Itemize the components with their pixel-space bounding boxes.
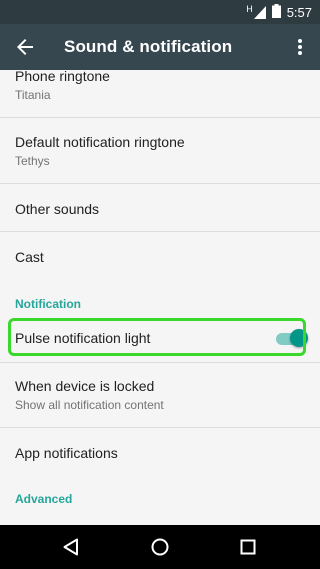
home-circle-icon [151, 538, 169, 556]
cast-item[interactable]: Cast [0, 232, 320, 280]
item-summary: Titania [15, 88, 51, 102]
nav-home-button[interactable] [138, 525, 182, 569]
pulse-notification-light-item[interactable]: Pulse notification light [0, 319, 320, 357]
notification-section-header: Notification [15, 297, 81, 311]
page-title: Sound & notification [64, 37, 233, 56]
when-device-locked-item[interactable]: When device is locked Show all notificat… [0, 362, 320, 428]
status-bar: H 5:57 [0, 0, 320, 24]
item-title: Cast [15, 249, 44, 265]
battery-icon [271, 3, 281, 21]
item-summary: Tethys [15, 154, 50, 168]
signal-icon: H [246, 4, 266, 19]
app-bar: Sound & notification [0, 24, 320, 70]
other-sounds-item[interactable]: Other sounds [0, 184, 320, 232]
back-button[interactable] [12, 34, 38, 60]
recents-square-icon [240, 539, 256, 555]
navigation-bar [0, 525, 320, 569]
item-title: Other sounds [15, 201, 100, 217]
status-icons: H 5:57 [246, 0, 312, 24]
back-triangle-icon [63, 538, 78, 556]
clock: 5:57 [286, 4, 312, 20]
overflow-menu-icon [298, 39, 302, 55]
advanced-section-header: Advanced [15, 492, 73, 506]
item-title: Default notification ringtone [15, 134, 185, 150]
default-notification-ringtone-item[interactable]: Default notification ringtone Tethys [0, 118, 320, 184]
nav-back-button[interactable] [49, 525, 93, 569]
network-type: H [246, 4, 253, 14]
back-arrow-icon [17, 39, 33, 55]
item-title: Phone ringtone [15, 70, 110, 84]
phone-ringtone-item[interactable]: Phone ringtone Titania [0, 70, 320, 118]
settings-list: Phone ringtone Titania Default notificat… [0, 70, 320, 525]
item-title: When device is locked [15, 378, 155, 394]
overflow-menu-button[interactable] [290, 34, 310, 60]
pulse-light-toggle[interactable] [274, 328, 308, 348]
nav-recents-button[interactable] [226, 525, 270, 569]
toggle-thumb [290, 329, 308, 347]
item-title: App notifications [15, 445, 118, 461]
app-notifications-item[interactable]: App notifications [0, 428, 320, 476]
item-summary: Show all notification content [15, 398, 164, 412]
